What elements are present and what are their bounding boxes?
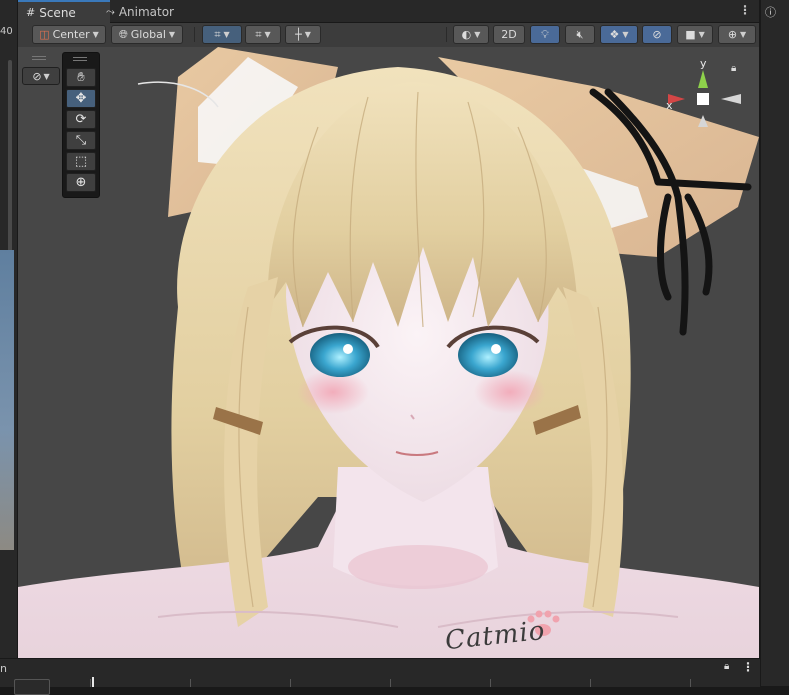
globe-icon: 🌐︎ bbox=[118, 27, 128, 41]
left-eye bbox=[310, 333, 370, 377]
tab-bar: # Scene ⤳ Animator ⋮ bbox=[18, 0, 759, 23]
chevron-down-icon: ▼ bbox=[223, 30, 230, 39]
increment-snap-button[interactable]: ⌗ ▼ bbox=[245, 25, 281, 44]
chevron-down-icon: ▼ bbox=[622, 30, 629, 39]
increment-snap-icon: ⌗ bbox=[255, 27, 262, 41]
ruler-icon: ┼ bbox=[295, 28, 302, 41]
move-arrows-icon: ✥ bbox=[75, 91, 87, 106]
pivot-mode-dropdown[interactable]: ◫ Center ▼ bbox=[32, 25, 106, 44]
pivot-rotation-label: Global bbox=[130, 28, 166, 41]
tab-scene-label: Scene bbox=[39, 5, 76, 20]
left-panel-preview bbox=[0, 250, 14, 550]
chevron-down-icon: ▼ bbox=[92, 30, 99, 39]
right-eye bbox=[458, 333, 518, 377]
tab-scene[interactable]: # Scene bbox=[18, 0, 110, 23]
audio-mute-icon: 🔇︎ bbox=[576, 27, 584, 41]
chevron-down-icon: ▼ bbox=[304, 30, 311, 39]
tab-inspector[interactable]: ⓘ bbox=[765, 3, 776, 21]
audio-toggle[interactable]: 🔇︎ bbox=[565, 25, 595, 44]
rotate-tool-button[interactable]: ⟳ bbox=[66, 110, 96, 129]
camera-icon: ■ bbox=[685, 28, 696, 41]
rect-icon: ⬚ bbox=[74, 154, 88, 169]
left-panel-strip: 40 bbox=[0, 0, 18, 660]
rect-tool-button[interactable]: ⬚ bbox=[66, 152, 96, 171]
scale-tool-button[interactable]: ⤡ bbox=[66, 131, 96, 150]
shading-mode-dropdown[interactable]: ◐ ▼ bbox=[453, 25, 489, 44]
grid-icon: # bbox=[26, 6, 36, 19]
timeline-label: n bbox=[0, 662, 7, 675]
pivot-mode-label: Center bbox=[52, 28, 90, 41]
transform-tool-button[interactable]: ⊕ bbox=[66, 173, 96, 192]
eye-slash-icon: ⊘ bbox=[652, 28, 662, 41]
toggle-2d-label: 2D bbox=[501, 28, 517, 41]
hand-icon: ✋︎ bbox=[77, 70, 85, 85]
chevron-down-icon: ▼ bbox=[474, 30, 481, 39]
chevron-down-icon: ▼ bbox=[43, 71, 50, 81]
animation-timeline: n 🔒︎ ⋮ bbox=[0, 658, 760, 695]
pivot-rotation-dropdown[interactable]: 🌐︎ Global ▼ bbox=[111, 25, 183, 44]
grid-snap-icon: ⌗ bbox=[214, 27, 221, 41]
compass-icon: ⊘ bbox=[32, 69, 42, 83]
lighting-toggle[interactable]: 💡︎ bbox=[530, 25, 560, 44]
chevron-down-icon: ▼ bbox=[168, 30, 176, 39]
grid-snap-toggle[interactable]: ⌗ ▼ bbox=[202, 25, 242, 44]
frame-field[interactable] bbox=[14, 679, 50, 695]
inspector-panel-strip: ⓘ bbox=[760, 0, 789, 686]
view-options-dropdown[interactable]: ⊘ ▼ bbox=[22, 67, 60, 85]
gizmo-globe-icon: ⊕ bbox=[727, 28, 738, 41]
chevron-down-icon: ▼ bbox=[740, 30, 747, 39]
left-panel-number: 40 bbox=[0, 26, 13, 37]
tab-animator[interactable]: ⤳ Animator bbox=[98, 1, 204, 22]
tools-overlay-grip[interactable] bbox=[73, 57, 87, 61]
lock-icon[interactable]: 🔒︎ bbox=[724, 661, 729, 672]
gizmo-y-label: y bbox=[700, 57, 707, 70]
hidden-objects-toggle[interactable]: ⊘ bbox=[642, 25, 672, 44]
tools-overlay: ✋︎ ✥ ⟳ ⤡ ⬚ ⊕ bbox=[62, 52, 100, 198]
scene-toolbar: ◫ Center ▼ 🌐︎ Global ▼ ⌗ ▼ ⌗ ▼ ┼ ▼ ◐ ▼ 2… bbox=[18, 23, 759, 48]
chevron-down-icon: ▼ bbox=[264, 30, 271, 39]
gizmos-dropdown[interactable]: ⊕ ▼ bbox=[718, 25, 756, 44]
transform-icon: ⊕ bbox=[75, 175, 87, 190]
lock-icon[interactable]: 🔒︎ bbox=[731, 63, 736, 74]
gizmo-x-label: x bbox=[666, 99, 673, 112]
move-tool-button[interactable]: ✥ bbox=[66, 89, 96, 108]
overlay-grip[interactable] bbox=[32, 56, 46, 60]
grid-visibility-button[interactable]: ┼ ▼ bbox=[285, 25, 321, 44]
effects-dropdown[interactable]: ❖ ▼ bbox=[600, 25, 638, 44]
camera-settings-dropdown[interactable]: ■ ▼ bbox=[677, 25, 713, 44]
toolbar-divider bbox=[194, 27, 195, 42]
info-icon: ⓘ bbox=[765, 6, 776, 19]
pivot-center-icon: ◫ bbox=[39, 28, 50, 41]
chevron-down-icon: ▼ bbox=[698, 30, 705, 39]
scene-render bbox=[18, 47, 759, 658]
effects-layers-icon: ❖ bbox=[609, 28, 620, 41]
more-options-icon[interactable]: ⋮ bbox=[742, 660, 754, 674]
toggle-2d-button[interactable]: 2D bbox=[493, 25, 525, 44]
lightbulb-icon: 💡︎ bbox=[541, 27, 549, 41]
scale-icon: ⤡ bbox=[75, 133, 87, 148]
scene-viewport[interactable]: Catmio y x 🔒︎ bbox=[18, 47, 759, 658]
hand-tool-button[interactable]: ✋︎ bbox=[66, 68, 96, 87]
more-options-icon[interactable]: ⋮ bbox=[739, 3, 751, 17]
tab-animator-label: Animator bbox=[118, 4, 174, 19]
rotate-icon: ⟳ bbox=[75, 112, 87, 127]
shading-sphere-icon: ◐ bbox=[461, 28, 472, 41]
toolbar-divider bbox=[446, 27, 447, 42]
animator-icon: ⤳ bbox=[106, 4, 115, 18]
